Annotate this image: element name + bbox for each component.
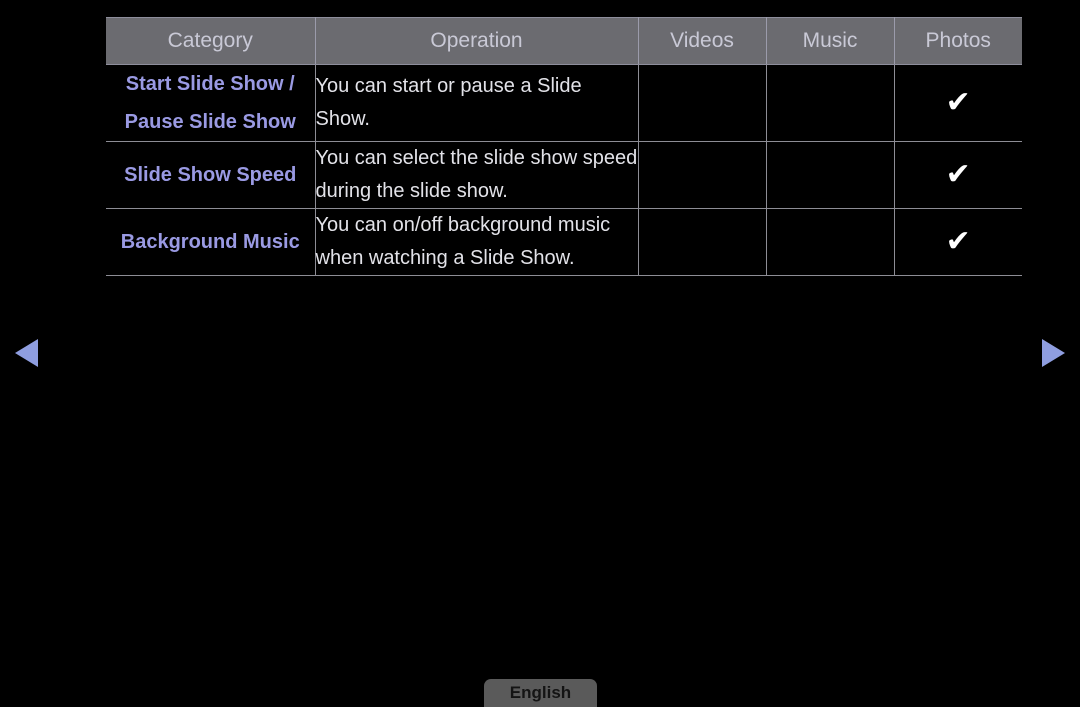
column-header-category: Category — [106, 17, 316, 65]
table-row: Start Slide Show / Pause Slide Show You … — [106, 64, 1022, 142]
cell-category: Background Music — [106, 208, 316, 276]
cell-category: Start Slide Show / Pause Slide Show — [106, 64, 316, 142]
category-label-line: Slide Show Speed — [124, 164, 297, 186]
cell-videos — [638, 141, 767, 209]
cell-photos: ✔ — [894, 208, 1022, 276]
column-header-photos: Photos — [894, 17, 1022, 65]
check-icon: ✔ — [945, 224, 971, 259]
cell-music — [766, 64, 895, 142]
cell-category: Slide Show Speed — [106, 141, 316, 209]
table-header: Category Operation Videos Music Photos — [106, 17, 1022, 65]
column-header-music: Music — [766, 17, 895, 65]
column-header-videos: Videos — [638, 17, 767, 65]
cell-videos — [638, 208, 767, 276]
cell-music — [766, 208, 895, 276]
cell-photos: ✔ — [894, 141, 1022, 209]
cell-operation: You can on/off background music when wat… — [315, 208, 639, 276]
cell-videos — [638, 64, 767, 142]
cell-photos: ✔ — [894, 64, 1022, 142]
category-label-line: Background Music — [120, 231, 300, 253]
triangle-right-icon[interactable] — [1042, 339, 1065, 367]
cell-music — [766, 141, 895, 209]
cell-operation: You can start or pause a Slide Show. — [315, 64, 639, 142]
cell-operation: You can select the slide show speed duri… — [315, 141, 639, 209]
category-label-line: Start Slide Show / — [125, 73, 295, 95]
check-icon: ✔ — [945, 157, 971, 192]
table-row: Background Music You can on/off backgrou… — [106, 208, 1022, 276]
table-body: Start Slide Show / Pause Slide Show You … — [106, 64, 1022, 276]
feature-compatibility-table: Category Operation Videos Music Photos S… — [106, 17, 1022, 276]
check-icon: ✔ — [945, 85, 971, 120]
triangle-left-icon[interactable] — [15, 339, 38, 367]
table-row: Slide Show Speed You can select the slid… — [106, 141, 1022, 209]
column-header-operation: Operation — [315, 17, 639, 65]
language-button[interactable]: English — [484, 679, 597, 707]
category-label-line: Pause Slide Show — [124, 111, 296, 133]
table-header-row: Category Operation Videos Music Photos — [106, 17, 1022, 65]
